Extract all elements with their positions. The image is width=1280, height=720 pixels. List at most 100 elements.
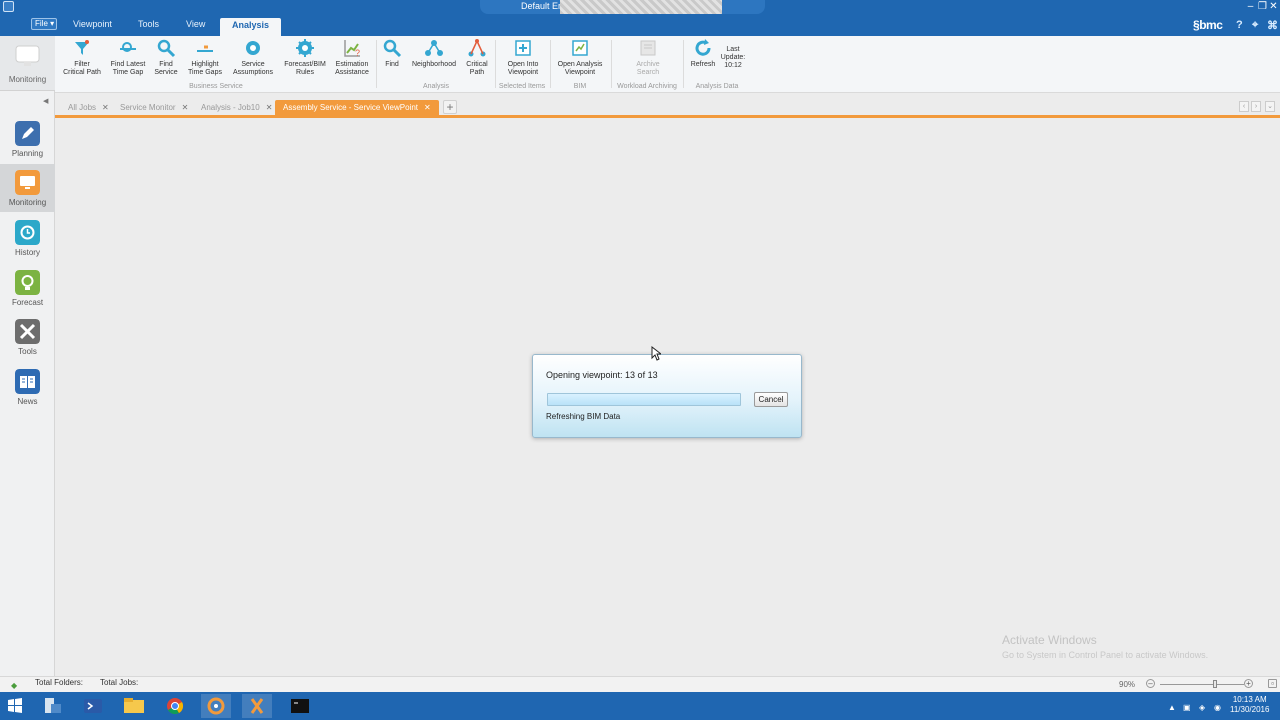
- ribbon-button-label: Highlight Time Gaps: [188, 61, 222, 76]
- tab-list-button[interactable]: ⌄: [1265, 101, 1275, 112]
- help-icon[interactable]: ?: [1236, 19, 1243, 31]
- filter-critical-path-button[interactable]: Filter Critical Path: [61, 38, 103, 77]
- network-icon[interactable]: ▣: [1183, 703, 1191, 712]
- group-label-business-service: Business Service: [189, 83, 243, 90]
- clock-time: 10:13 AM: [1232, 695, 1267, 704]
- left-sidebar: Monitoring ◀ Planning Monitoring History…: [0, 36, 55, 676]
- windows-taskbar: ▲ ▣ ◈ ◉ 10:13 AM 11/30/2016: [0, 692, 1280, 720]
- find-latest-time-gap-button[interactable]: Find Latest Time Gap: [107, 38, 149, 77]
- estimation-assistance-button[interactable]: ? Estimation Assistance: [332, 38, 372, 77]
- file-explorer-icon[interactable]: [119, 694, 149, 718]
- zoom-level: 90%: [1119, 680, 1136, 689]
- find-service-button[interactable]: Find Service: [152, 38, 180, 77]
- archive-search-button[interactable]: Archive Search: [629, 38, 667, 77]
- add-tab-button[interactable]: +: [443, 100, 457, 114]
- close-icon[interactable]: ✕: [266, 103, 273, 112]
- volume-icon[interactable]: ◈: [1199, 703, 1205, 712]
- chrome-icon[interactable]: [160, 694, 190, 718]
- refresh-button[interactable]: Refresh: [687, 38, 719, 69]
- find-button[interactable]: Find: [380, 38, 404, 69]
- neighborhood-button[interactable]: Neighborhood: [407, 38, 461, 69]
- status-arrow-icon: ◆: [11, 681, 18, 690]
- tab-label: All Jobs: [68, 103, 97, 112]
- sidebar-item-label: Monitoring: [8, 198, 47, 207]
- control-m-taskbar-button[interactable]: [201, 694, 231, 718]
- control-m-config-taskbar-button[interactable]: [242, 694, 272, 718]
- collapse-sidebar-arrow[interactable]: ◀: [43, 97, 48, 105]
- tab-scroll-right-button[interactable]: ›: [1251, 101, 1261, 112]
- powershell-icon[interactable]: [78, 694, 108, 718]
- sidebar-item-tools[interactable]: Tools: [0, 313, 55, 361]
- progress-bar-fill: [548, 394, 740, 405]
- menu-tab-analysis[interactable]: Analysis: [220, 18, 282, 36]
- close-icon[interactable]: ✕: [102, 103, 109, 112]
- menu-tab-tools[interactable]: Tools: [138, 19, 159, 29]
- ribbon-button-label: Find Service: [154, 61, 178, 76]
- sidebar-item-history[interactable]: History: [0, 214, 55, 262]
- sidebar-item-news[interactable]: News: [0, 363, 55, 411]
- notification-icon[interactable]: ◉: [1214, 703, 1221, 712]
- monitor-icon: [15, 45, 40, 66]
- tab-scroll-left-button[interactable]: ‹: [1239, 101, 1249, 112]
- ribbon-separator: [611, 40, 612, 88]
- forecast-bim-rules-button[interactable]: Forecast/BIM Rules: [282, 38, 328, 77]
- file-menu[interactable]: File ▾: [31, 18, 57, 30]
- tray-overflow-icon[interactable]: ▲: [1168, 703, 1176, 712]
- minimize-button[interactable]: –: [1245, 0, 1256, 13]
- ribbon-button-label: Find Latest Time Gap: [110, 61, 146, 76]
- group-label-analysis-data: Analysis Data: [695, 83, 739, 90]
- dialog-message: Opening viewpoint: 13 of 13: [546, 370, 658, 380]
- open-into-viewpoint-button[interactable]: Open Into Viewpoint: [501, 38, 545, 77]
- status-bar: ◆ Total Folders: Total Jobs: 90% – + ▫: [0, 676, 1280, 692]
- close-icon[interactable]: ✕: [182, 103, 189, 112]
- tab-assembly-service-viewpoint[interactable]: Assembly Service - Service ViewPoint ✕: [275, 100, 439, 115]
- tab-analysis-job10[interactable]: Analysis - Job10 ✕: [193, 100, 280, 115]
- menu-tab-view[interactable]: View: [186, 19, 205, 29]
- critical-path-icon: [468, 39, 486, 57]
- close-icon[interactable]: ✕: [424, 103, 431, 112]
- archive-search-icon: [640, 40, 656, 56]
- pencil-icon: [15, 121, 40, 146]
- cancel-button[interactable]: Cancel: [754, 392, 788, 407]
- close-button[interactable]: ✕: [1268, 0, 1279, 13]
- find-latest-time-gap-icon: [120, 42, 136, 52]
- critical-path-button[interactable]: Critical Path: [463, 38, 491, 77]
- zoom-slider-thumb[interactable]: [1212, 680, 1217, 688]
- layout-icon[interactable]: ⌘: [1267, 19, 1278, 32]
- sidebar-item-planning[interactable]: Planning: [0, 115, 55, 163]
- title-bar: Default Er – ❐ ✕: [0, 0, 1280, 14]
- total-folders-label: Total Folders:: [35, 678, 84, 687]
- zoom-in-button[interactable]: +: [1244, 679, 1253, 688]
- open-analysis-viewpoint-button[interactable]: Open Analysis Viewpoint: [554, 38, 606, 77]
- progress-bar: [547, 393, 741, 406]
- sidebar-item-monitoring[interactable]: Monitoring: [0, 164, 55, 212]
- dialog-status: Refreshing BIM Data: [546, 412, 621, 421]
- fit-to-screen-button[interactable]: ▫: [1268, 679, 1277, 688]
- service-assumptions-button[interactable]: Service Assumptions: [230, 38, 276, 77]
- system-clock[interactable]: 10:13 AM 11/30/2016: [1230, 695, 1269, 715]
- news-icon: [15, 369, 40, 394]
- opening-viewpoint-dialog: Opening viewpoint: 13 of 13 Cancel Refre…: [532, 354, 802, 438]
- menu-tab-viewpoint[interactable]: Viewpoint: [73, 19, 112, 29]
- ribbon-button-label: Estimation Assistance: [335, 61, 369, 76]
- command-prompt-icon[interactable]: [285, 694, 315, 718]
- tab-label: Service Monitor: [120, 103, 176, 112]
- sidebar-item-forecast[interactable]: Forecast: [0, 264, 55, 312]
- server-manager-icon[interactable]: [37, 694, 67, 718]
- windows-start-icon[interactable]: [0, 694, 30, 718]
- sidebar-item-label: Tools: [18, 347, 37, 356]
- ribbon-toolbar: Filter Critical Path Find Latest Time Ga…: [55, 36, 1280, 93]
- tools-icon: [15, 319, 40, 344]
- zoom-slider-track[interactable]: [1160, 684, 1244, 685]
- tab-service-monitor[interactable]: Service Monitor ✕: [112, 100, 196, 115]
- pin-icon[interactable]: ⌖: [1252, 19, 1258, 32]
- zoom-out-button[interactable]: –: [1146, 679, 1155, 688]
- ribbon-separator: [550, 40, 551, 88]
- tab-all-jobs[interactable]: All Jobs ✕: [60, 100, 117, 115]
- ribbon-button-label: Archive Search: [636, 61, 660, 76]
- sidebar-current-label: Monitoring: [8, 75, 47, 84]
- document-tab-bar: All Jobs ✕ Service Monitor ✕ Analysis - Jo…: [55, 98, 1280, 116]
- highlight-time-gaps-button[interactable]: Highlight Time Gaps: [184, 38, 226, 77]
- restore-button[interactable]: ❐: [1257, 0, 1268, 13]
- history-icon: [15, 220, 40, 245]
